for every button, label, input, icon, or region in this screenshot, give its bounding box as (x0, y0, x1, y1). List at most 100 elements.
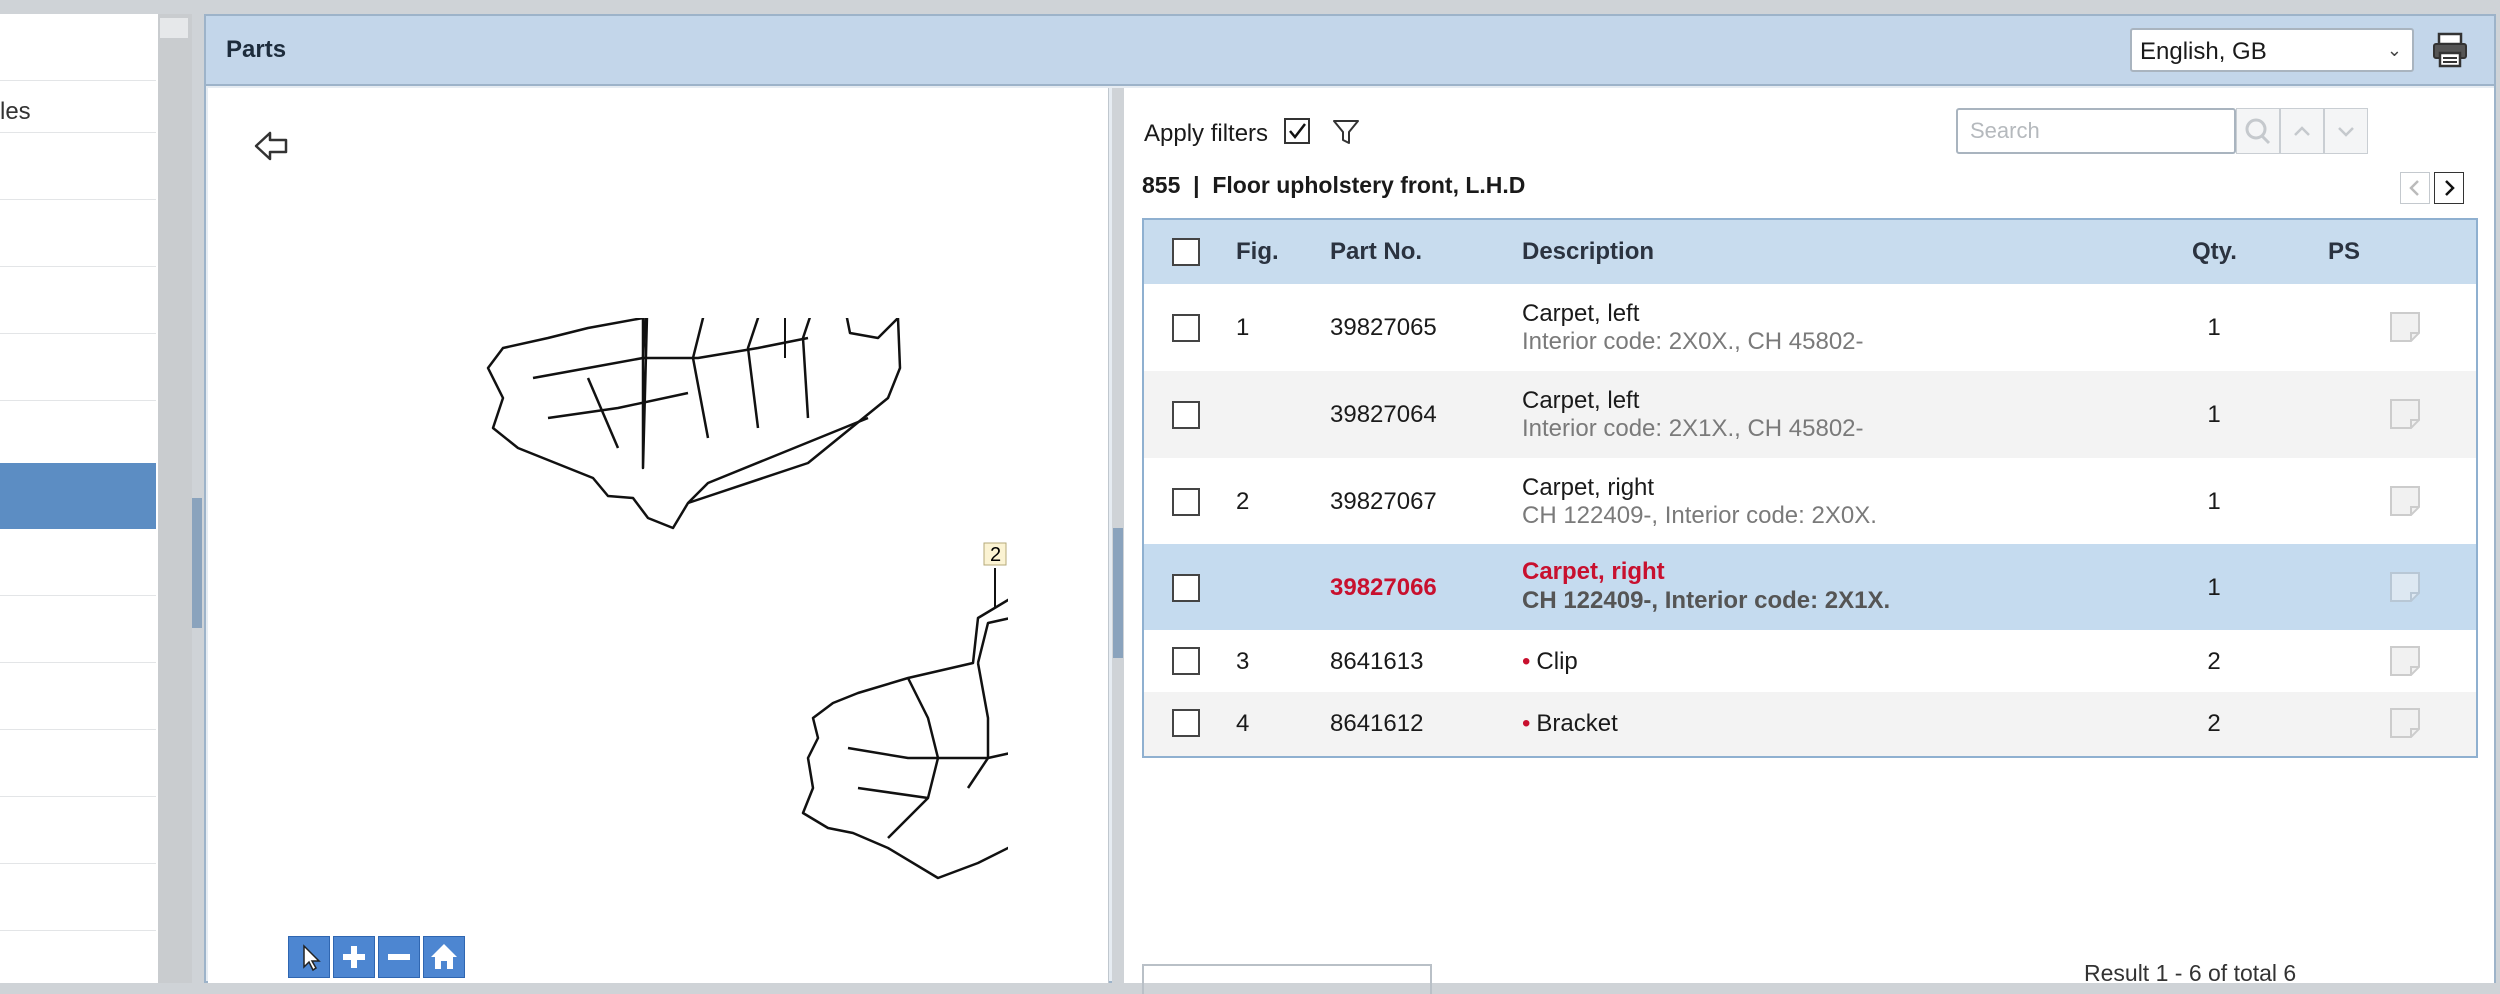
row-details: CH 122409-, Interior code: 2X1X. (1522, 587, 1891, 614)
next-match-button[interactable] (2324, 108, 2368, 154)
apply-filters-checkbox[interactable] (1284, 118, 1310, 144)
filter-icon[interactable] (1330, 116, 1362, 148)
column-fig[interactable]: Fig. (1236, 238, 1279, 266)
row-checkbox[interactable] (1172, 314, 1200, 342)
row-description-text: Clip (1536, 648, 1578, 675)
select-all-checkbox[interactable] (1172, 238, 1200, 266)
row-checkbox[interactable] (1172, 647, 1200, 675)
row-qty: 1 (2207, 401, 2221, 428)
row-checkbox[interactable] (1172, 574, 1200, 602)
row-qty: 1 (2207, 488, 2221, 515)
search-button[interactable] (2236, 108, 2280, 154)
table-row[interactable]: 39827064 Carpet, left Interior code: 2X1… (1144, 371, 2476, 458)
splitter-grip[interactable] (192, 498, 202, 628)
column-part-no[interactable]: Part No. (1330, 238, 1422, 266)
parts-illustration: 1 2 (486, 318, 1008, 880)
parts-panel: Parts English, GB ⌄ 1 (204, 14, 2496, 994)
sidebar-scrollbar[interactable] (158, 14, 192, 983)
row-fig: 4 (1236, 710, 1250, 737)
sidebar-item-vehicles[interactable]: les (0, 66, 156, 133)
row-checkbox[interactable] (1172, 401, 1200, 429)
home-icon (431, 944, 457, 969)
row-details: Interior code: 2X1X., CH 45802- (1522, 415, 1864, 442)
zoom-out-icon (388, 954, 410, 960)
row-description: Carpet, left (1522, 300, 1640, 327)
table-row-selected[interactable]: 39827066 Carpet, right CH 122409-, Inter… (1144, 544, 2476, 630)
chevron-down-icon (2338, 127, 2354, 137)
row-qty: 1 (2207, 574, 2221, 601)
sidebar-item[interactable] (0, 267, 156, 334)
row-description: • Bracket (1522, 710, 1618, 738)
callout-2[interactable]: 2 (990, 544, 1001, 566)
sidebar-item[interactable] (0, 797, 156, 864)
sidebar-item[interactable] (0, 730, 156, 797)
apply-filters-label: Apply filters (1144, 120, 1269, 147)
parts-list-pane: Apply filters 855 | Floor upholstery fro… (1124, 88, 2494, 994)
sidebar-item[interactable] (0, 663, 156, 730)
sidebar-item[interactable] (0, 334, 156, 401)
reset-view-button[interactable] (423, 936, 465, 978)
row-checkbox[interactable] (1172, 709, 1200, 737)
row-description: Carpet, left (1522, 387, 1640, 414)
pager-input[interactable] (1142, 964, 1432, 994)
pointer-button[interactable] (288, 936, 330, 978)
row-description: • Clip (1522, 648, 1578, 676)
next-page-button[interactable] (2434, 172, 2464, 204)
note-icon[interactable] (2388, 570, 2422, 604)
note-icon[interactable] (2388, 706, 2422, 740)
sidebar-item-active[interactable] (0, 463, 156, 529)
carpet-left-drawing[interactable] (486, 318, 902, 530)
row-description: Carpet, right (1522, 558, 1665, 585)
table-row[interactable]: 1 39827065 Carpet, left Interior code: 2… (1144, 284, 2476, 371)
table-row[interactable]: 2 39827067 Carpet, right CH 122409-, Int… (1144, 458, 2476, 544)
carpet-right-drawing[interactable] (801, 583, 1008, 880)
sidebar-item[interactable] (0, 864, 156, 931)
bullet-icon: • (1522, 710, 1531, 737)
table-row[interactable]: 3 8641613 • Clip 2 (1144, 630, 2476, 692)
sidebar-item[interactable] (0, 401, 156, 468)
note-icon[interactable] (2388, 397, 2422, 431)
assembly-title: 855 | Floor upholstery front, L.H.D (1142, 172, 1526, 198)
pointer-icon (303, 944, 321, 972)
previous-page-button[interactable] (2400, 172, 2430, 204)
note-icon[interactable] (2388, 310, 2422, 344)
panel-title: Parts (226, 36, 287, 63)
row-details: Interior code: 2X0X., CH 45802- (1522, 328, 1864, 355)
table-row[interactable]: 4 8641612 • Bracket 2 (1144, 692, 2476, 756)
zoom-in-button[interactable] (333, 936, 375, 978)
row-description-text: Bracket (1536, 710, 1618, 737)
row-qty: 2 (2207, 710, 2221, 737)
note-icon[interactable] (2388, 644, 2422, 678)
column-qty[interactable]: Qty. (2192, 238, 2237, 266)
previous-match-button[interactable] (2280, 108, 2324, 154)
row-part-no: 39827067 (1330, 488, 1437, 515)
parts-table: Fig. Part No. Description Qty. PS 1 3982… (1142, 218, 2478, 758)
back-arrow-icon[interactable] (252, 128, 292, 164)
sidebar-item[interactable] (0, 596, 156, 663)
note-icon[interactable] (2388, 484, 2422, 518)
row-checkbox[interactable] (1172, 488, 1200, 516)
sidebar-item[interactable] (0, 200, 156, 267)
zoom-out-button[interactable] (378, 936, 420, 978)
sidebar-item[interactable] (0, 529, 156, 596)
pane-splitter[interactable] (1112, 88, 1124, 983)
search-input[interactable] (1956, 108, 2236, 154)
column-description[interactable]: Description (1522, 238, 1654, 266)
row-qty: 2 (2207, 648, 2221, 675)
illustration-pane[interactable]: 1 2 (208, 88, 1109, 983)
print-icon[interactable] (2430, 30, 2470, 70)
row-part-no: 8641613 (1330, 648, 1424, 675)
chevron-left-icon (2409, 180, 2419, 196)
chevron-right-icon (2445, 180, 2455, 196)
sidebar-splitter[interactable] (192, 14, 204, 983)
row-fig: 2 (1236, 488, 1250, 515)
row-part-no: 39827064 (1330, 401, 1437, 428)
row-part-no: 8641612 (1330, 710, 1424, 737)
sidebar-item[interactable] (0, 133, 156, 200)
bullet-icon: • (1522, 648, 1531, 675)
parts-header: Parts English, GB ⌄ (206, 16, 2494, 86)
sidebar-scrollbar-thumb[interactable] (160, 18, 188, 38)
splitter-grip[interactable] (1113, 528, 1123, 658)
column-ps[interactable]: PS (2328, 238, 2360, 266)
language-select[interactable]: English, GB ⌄ (2130, 28, 2414, 72)
